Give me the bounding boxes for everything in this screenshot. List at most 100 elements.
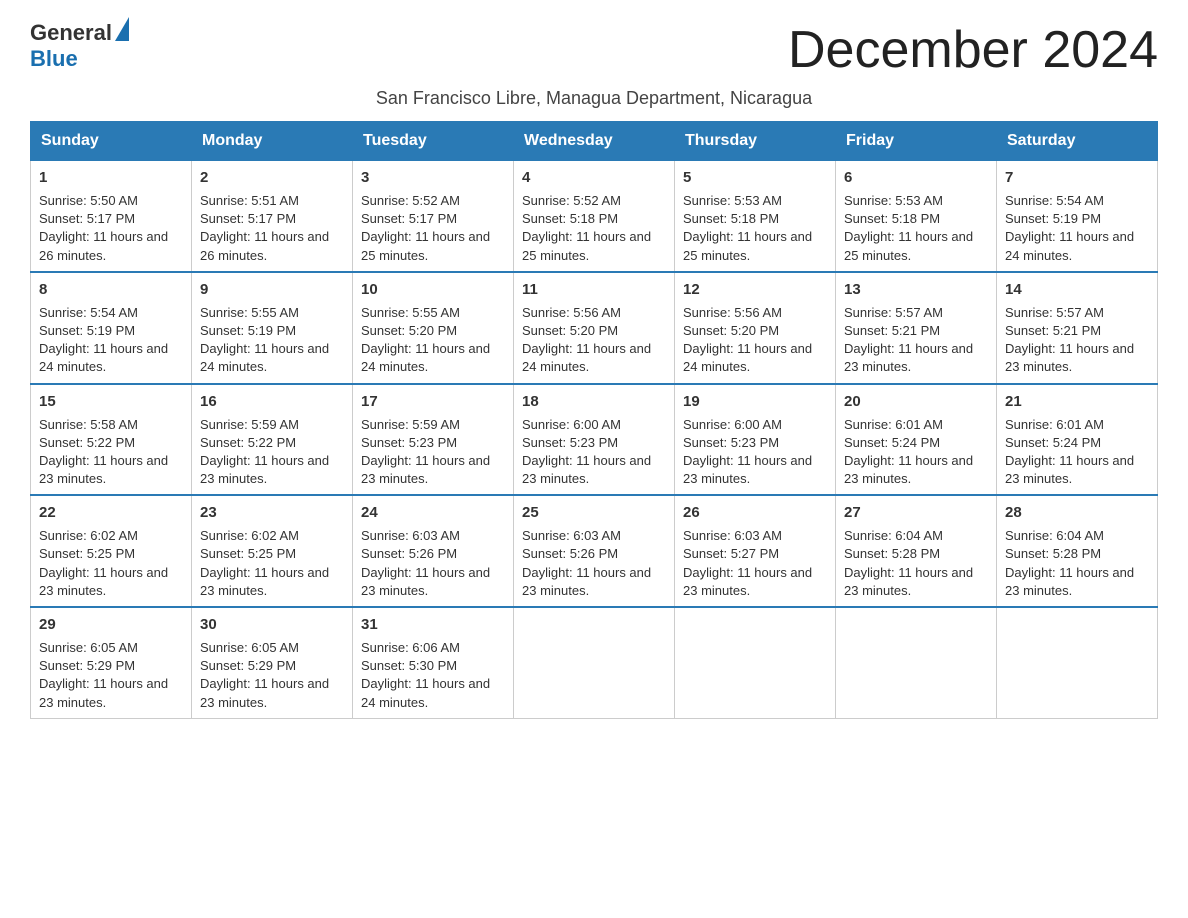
calendar-week-row: 8 Sunrise: 5:54 AM Sunset: 5:19 PM Daylight… bbox=[31, 272, 1158, 384]
sunrise-text: Sunrise: 5:53 AM bbox=[683, 193, 782, 208]
daylight-text: Daylight: 11 hours and 24 minutes. bbox=[1005, 229, 1134, 262]
calendar-cell: 22Sunrise: 6:02 AMSunset: 5:25 PMDayligh… bbox=[31, 495, 192, 607]
calendar-week-row: 22Sunrise: 6:02 AMSunset: 5:25 PMDayligh… bbox=[31, 495, 1158, 607]
sunset-text: Sunset: 5:23 PM bbox=[522, 435, 618, 450]
daylight-text: Daylight: 11 hours and 23 minutes. bbox=[39, 453, 168, 486]
weekday-header-monday: Monday bbox=[192, 122, 353, 161]
day-number: 31 bbox=[361, 614, 505, 635]
day-number: 29 bbox=[39, 614, 183, 635]
day-number: 25 bbox=[522, 502, 666, 523]
calendar-cell: 31Sunrise: 6:06 AMSunset: 5:30 PMDayligh… bbox=[353, 607, 514, 718]
day-number: 12 bbox=[683, 279, 827, 300]
calendar-week-row: 1 Sunrise: 5:50 AM Sunset: 5:17 PM Daylight… bbox=[31, 161, 1158, 272]
daylight-text: Daylight: 11 hours and 23 minutes. bbox=[522, 565, 651, 598]
sunrise-text: Sunrise: 6:00 AM bbox=[683, 417, 782, 432]
calendar-cell: 19Sunrise: 6:00 AMSunset: 5:23 PMDayligh… bbox=[675, 384, 836, 496]
sunrise-text: Sunrise: 5:59 AM bbox=[361, 417, 460, 432]
calendar-cell: 16Sunrise: 5:59 AMSunset: 5:22 PMDayligh… bbox=[192, 384, 353, 496]
calendar-cell: 13Sunrise: 5:57 AMSunset: 5:21 PMDayligh… bbox=[836, 272, 997, 384]
day-number: 23 bbox=[200, 502, 344, 523]
logo-arrow-icon bbox=[115, 17, 129, 41]
weekday-header-row: SundayMondayTuesdayWednesdayThursdayFrid… bbox=[31, 122, 1158, 161]
sunset-text: Sunset: 5:22 PM bbox=[200, 435, 296, 450]
day-number: 28 bbox=[1005, 502, 1149, 523]
calendar-cell: 29Sunrise: 6:05 AMSunset: 5:29 PMDayligh… bbox=[31, 607, 192, 718]
day-number: 21 bbox=[1005, 391, 1149, 412]
calendar-cell: 1 Sunrise: 5:50 AM Sunset: 5:17 PM Daylight… bbox=[31, 161, 192, 272]
calendar-cell: 28Sunrise: 6:04 AMSunset: 5:28 PMDayligh… bbox=[997, 495, 1158, 607]
calendar-table: SundayMondayTuesdayWednesdayThursdayFrid… bbox=[30, 121, 1158, 719]
sunset-text: Sunset: 5:25 PM bbox=[39, 546, 135, 561]
calendar-cell: 3Sunrise: 5:52 AMSunset: 5:17 PMDaylight… bbox=[353, 161, 514, 272]
calendar-cell: 9Sunrise: 5:55 AMSunset: 5:19 PMDaylight… bbox=[192, 272, 353, 384]
calendar-cell: 7Sunrise: 5:54 AMSunset: 5:19 PMDaylight… bbox=[997, 161, 1158, 272]
calendar-cell: 6Sunrise: 5:53 AMSunset: 5:18 PMDaylight… bbox=[836, 161, 997, 272]
sunset-text: Sunset: 5:23 PM bbox=[361, 435, 457, 450]
daylight-text: Daylight: 11 hours and 25 minutes. bbox=[683, 229, 812, 262]
day-number: 16 bbox=[200, 391, 344, 412]
sunset-text: Sunset: 5:28 PM bbox=[844, 546, 940, 561]
sunrise-text: Sunrise: 5:58 AM bbox=[39, 417, 138, 432]
daylight-text: Daylight: 11 hours and 26 minutes. bbox=[39, 229, 168, 262]
day-number: 1 bbox=[39, 167, 183, 188]
sunset-text: Sunset: 5:26 PM bbox=[361, 546, 457, 561]
sunset-text: Sunset: 5:19 PM bbox=[200, 323, 296, 338]
daylight-text: Daylight: 11 hours and 24 minutes. bbox=[39, 341, 168, 374]
weekday-header-sunday: Sunday bbox=[31, 122, 192, 161]
sunset-text: Sunset: 5:23 PM bbox=[683, 435, 779, 450]
calendar-cell: 20Sunrise: 6:01 AMSunset: 5:24 PMDayligh… bbox=[836, 384, 997, 496]
sunset-text: Sunset: 5:30 PM bbox=[361, 658, 457, 673]
calendar-cell: 12Sunrise: 5:56 AMSunset: 5:20 PMDayligh… bbox=[675, 272, 836, 384]
sunrise-text: Sunrise: 6:05 AM bbox=[200, 640, 299, 655]
logo-general-text: General bbox=[30, 20, 112, 46]
daylight-text: Daylight: 11 hours and 23 minutes. bbox=[1005, 341, 1134, 374]
sunset-text: Sunset: 5:20 PM bbox=[522, 323, 618, 338]
day-number: 2 bbox=[200, 167, 344, 188]
daylight-text: Daylight: 11 hours and 24 minutes. bbox=[200, 341, 329, 374]
day-number: 30 bbox=[200, 614, 344, 635]
sunrise-text: Sunrise: 5:53 AM bbox=[844, 193, 943, 208]
sunrise-text: Sunrise: 6:04 AM bbox=[844, 528, 943, 543]
sunrise-text: Sunrise: 5:51 AM bbox=[200, 193, 299, 208]
sunset-text: Sunset: 5:24 PM bbox=[1005, 435, 1101, 450]
sunrise-text: Sunrise: 5:54 AM bbox=[1005, 193, 1104, 208]
calendar-week-row: 15 Sunrise: 5:58 AM Sunset: 5:22 PM Dayligh… bbox=[31, 384, 1158, 496]
daylight-text: Daylight: 11 hours and 24 minutes. bbox=[683, 341, 812, 374]
sunrise-text: Sunrise: 5:56 AM bbox=[522, 305, 621, 320]
sunset-text: Sunset: 5:25 PM bbox=[200, 546, 296, 561]
calendar-cell: 17Sunrise: 5:59 AMSunset: 5:23 PMDayligh… bbox=[353, 384, 514, 496]
calendar-cell: 24Sunrise: 6:03 AMSunset: 5:26 PMDayligh… bbox=[353, 495, 514, 607]
sunrise-text: Sunrise: 5:50 AM bbox=[39, 193, 138, 208]
day-number: 22 bbox=[39, 502, 183, 523]
day-number: 6 bbox=[844, 167, 988, 188]
sunset-text: Sunset: 5:17 PM bbox=[361, 211, 457, 226]
sunrise-text: Sunrise: 5:55 AM bbox=[361, 305, 460, 320]
calendar-cell: 27Sunrise: 6:04 AMSunset: 5:28 PMDayligh… bbox=[836, 495, 997, 607]
sunset-text: Sunset: 5:17 PM bbox=[39, 211, 135, 226]
day-number: 20 bbox=[844, 391, 988, 412]
sunrise-text: Sunrise: 6:05 AM bbox=[39, 640, 138, 655]
daylight-text: Daylight: 11 hours and 25 minutes. bbox=[844, 229, 973, 262]
daylight-text: Daylight: 11 hours and 26 minutes. bbox=[200, 229, 329, 262]
daylight-text: Daylight: 11 hours and 23 minutes. bbox=[200, 453, 329, 486]
sunrise-text: Sunrise: 6:03 AM bbox=[361, 528, 460, 543]
day-number: 27 bbox=[844, 502, 988, 523]
day-number: 15 bbox=[39, 391, 183, 412]
month-title: December 2024 bbox=[788, 20, 1158, 80]
calendar-cell: 5Sunrise: 5:53 AMSunset: 5:18 PMDaylight… bbox=[675, 161, 836, 272]
day-number: 8 bbox=[39, 279, 183, 300]
sunrise-text: Sunrise: 6:04 AM bbox=[1005, 528, 1104, 543]
logo-blue-text: Blue bbox=[30, 46, 78, 72]
day-number: 7 bbox=[1005, 167, 1149, 188]
daylight-text: Daylight: 11 hours and 23 minutes. bbox=[1005, 453, 1134, 486]
sunset-text: Sunset: 5:29 PM bbox=[200, 658, 296, 673]
day-number: 17 bbox=[361, 391, 505, 412]
day-number: 9 bbox=[200, 279, 344, 300]
sunrise-text: Sunrise: 5:57 AM bbox=[844, 305, 943, 320]
sunset-text: Sunset: 5:28 PM bbox=[1005, 546, 1101, 561]
calendar-cell: 23Sunrise: 6:02 AMSunset: 5:25 PMDayligh… bbox=[192, 495, 353, 607]
logo: General Blue bbox=[30, 20, 129, 72]
day-number: 11 bbox=[522, 279, 666, 300]
daylight-text: Daylight: 11 hours and 23 minutes. bbox=[522, 453, 651, 486]
sunrise-text: Sunrise: 5:54 AM bbox=[39, 305, 138, 320]
